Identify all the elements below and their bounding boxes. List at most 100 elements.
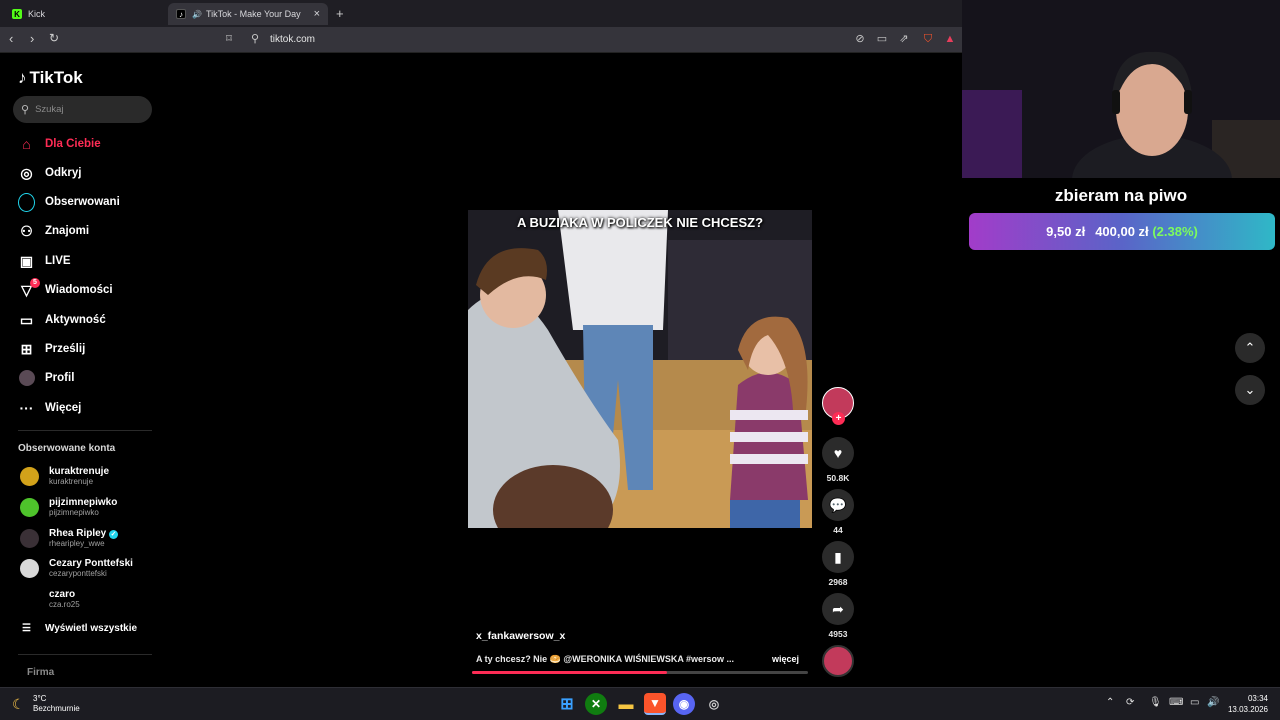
sidebar-item-friends[interactable]: ⚇ Znajomi	[18, 221, 89, 241]
tab-title: TikTok - Make Your Day	[205, 9, 301, 19]
brave-browser-icon[interactable]: ▼	[644, 693, 666, 715]
share-button[interactable]: ➦	[822, 593, 854, 625]
heart-icon: ♥	[833, 445, 843, 461]
sidebar-item-label: Dla Ciebie	[45, 138, 101, 150]
sidebar-item-label: Znajomi	[45, 225, 90, 237]
account-handle: cza.ro25	[49, 600, 80, 609]
tab-tiktok[interactable]: ♪ 🔊 TikTok - Make Your Day ×	[168, 3, 328, 25]
sidebar-item-label: Odkryj	[45, 167, 82, 179]
music-disc-icon[interactable]	[822, 645, 854, 677]
volume-icon[interactable]: 🔊	[1207, 697, 1219, 708]
account-handle: cezaryponttefski	[49, 569, 107, 578]
url-field[interactable]: tiktok.com	[270, 34, 315, 45]
avatar	[20, 558, 39, 578]
like-count: 50.8K	[826, 473, 850, 483]
search-input[interactable]: ⚲ Szukaj	[13, 96, 152, 123]
search-icon: ⚲	[21, 104, 30, 116]
follow-plus-icon[interactable]: +	[832, 412, 845, 425]
video-description: A ty chcesz? Nie 🥯 @WERONIKA WIŚNIEWSKA …	[476, 654, 735, 664]
sidebar-item-more[interactable]: ··· Więcej	[18, 398, 82, 418]
clock[interactable]: 03:34 13.03.2026	[1222, 693, 1268, 715]
sidebar-item-for-you[interactable]: ⌂ Dla Ciebie	[18, 134, 101, 154]
close-tab-icon[interactable]: ×	[314, 8, 320, 20]
video-caption: A BUZIAKA W POLICZEK NIE CHCESZ?	[516, 215, 764, 230]
goal-percent: (2.38%)	[1152, 224, 1198, 239]
followed-account[interactable]: pijzimnepiwko pijzimnepiwko	[20, 493, 117, 521]
divider	[18, 654, 152, 655]
video-player[interactable]: A BUZIAKA W POLICZEK NIE CHCESZ?	[468, 210, 812, 528]
sync-icon[interactable]: ⟳	[1126, 697, 1134, 708]
account-name: Rhea Ripley	[49, 528, 107, 539]
next-video-button[interactable]: ⌄	[1235, 375, 1265, 405]
followed-account[interactable]: kuraktrenuje kuraktrenuje	[20, 462, 109, 490]
account-handle: kuraktrenuje	[49, 477, 94, 486]
sidebar-item-following[interactable]: Obserwowani	[18, 192, 120, 212]
speaker-icon: 🔊	[192, 9, 202, 19]
sidebar-item-profile[interactable]: Profil	[18, 368, 74, 388]
save-button[interactable]: ▮	[822, 541, 854, 573]
weather-widget[interactable]: 3°C Bezchmurnie	[33, 694, 80, 714]
more-button[interactable]: więcej	[772, 654, 799, 664]
tiktok-logo[interactable]: ♪ TikTok	[18, 68, 83, 88]
reader-mode-icon[interactable]: ▭	[876, 33, 888, 45]
account-handle: rhearipley_wwe	[49, 539, 105, 548]
sidebar-item-live[interactable]: ▣ LIVE	[18, 251, 71, 271]
list-icon: ☰	[22, 623, 31, 634]
sidebar-item-label: Aktywność	[45, 314, 106, 326]
sidebar-item-label: Więcej	[45, 402, 82, 414]
company-link[interactable]: Firma	[27, 667, 54, 678]
back-icon[interactable]: ‹	[9, 31, 13, 46]
account-name: czaro	[49, 589, 76, 600]
discord-icon[interactable]: ◉	[673, 693, 695, 715]
tab-kick[interactable]: K Kick	[4, 3, 164, 25]
share-arrow-icon: ➦	[832, 600, 844, 617]
tab-title: Kick	[28, 9, 46, 19]
previous-video-button[interactable]: ⌃	[1235, 333, 1265, 363]
video-progress[interactable]	[472, 671, 808, 674]
donation-goal-title: zbieram na piwo	[1054, 186, 1188, 205]
comment-icon: 💬	[829, 496, 847, 513]
messages-icon: ▽ 5	[18, 277, 40, 299]
account-handle: pijzimnepiwko	[49, 508, 99, 517]
verified-icon: ✓	[109, 530, 119, 539]
clock-time: 03:34	[1247, 694, 1268, 703]
obs-icon[interactable]: ◎	[703, 693, 725, 715]
bookmark-icon[interactable]: ⌑	[223, 33, 235, 45]
brave-rewards-icon[interactable]: ▲	[944, 33, 956, 45]
network-icon[interactable]: ▭	[1190, 697, 1199, 708]
tray-overflow-icon[interactable]: ⌃	[1106, 697, 1114, 708]
microphone-icon[interactable]: 🎙	[1149, 697, 1162, 708]
site-settings-icon[interactable]: ⚲	[249, 33, 261, 45]
like-button[interactable]: ♥	[822, 437, 854, 469]
activity-icon: ▭	[19, 311, 34, 328]
reload-icon[interactable]: ↻	[49, 31, 59, 45]
no-tracking-icon[interactable]: ⊘	[854, 33, 866, 45]
file-explorer-icon[interactable]: ▬	[615, 693, 637, 715]
sidebar-item-label: Prześlij	[45, 343, 86, 355]
sidebar-item-messages[interactable]: ▽ 5 Wiadomości	[18, 277, 113, 300]
progress-fill	[472, 671, 667, 674]
sidebar-item-explore[interactable]: ◎ Odkryj	[18, 163, 81, 183]
video-author[interactable]: x_fankawersow_x	[476, 630, 565, 642]
start-icon[interactable]: ⊞	[556, 693, 578, 715]
save-count: 2968	[828, 577, 848, 587]
comment-button[interactable]: 💬	[822, 489, 854, 521]
tiktok-icon: ♪	[176, 9, 186, 19]
home-icon: ⌂	[22, 136, 31, 152]
xbox-icon[interactable]: ✕	[585, 693, 607, 715]
upload-icon: ⊞	[20, 340, 33, 357]
followed-account[interactable]: Cezary Ponttefski cezaryponttefski	[20, 554, 133, 582]
brave-shield-icon[interactable]: ⛉	[922, 33, 934, 45]
sidebar-item-upload[interactable]: ⊞ Prześlij	[18, 339, 86, 359]
share-icon[interactable]: ⇗	[898, 33, 910, 45]
forward-icon[interactable]: ›	[30, 31, 34, 46]
followed-account[interactable]: Rhea Ripley ✓ rhearipley_wwe	[20, 524, 119, 552]
keyboard-icon[interactable]: ⌨	[1169, 697, 1183, 708]
followed-account[interactable]: czaro cza.ro25	[20, 585, 80, 613]
new-tab-button[interactable]: +	[336, 6, 344, 21]
avatar	[20, 589, 39, 609]
show-all-button[interactable]: ☰ Wyświetl wszystkie	[22, 623, 137, 634]
profile-icon	[18, 370, 35, 387]
sidebar-item-activity[interactable]: ▭ Aktywność	[18, 310, 106, 330]
bookmark-icon: ▮	[834, 548, 842, 565]
